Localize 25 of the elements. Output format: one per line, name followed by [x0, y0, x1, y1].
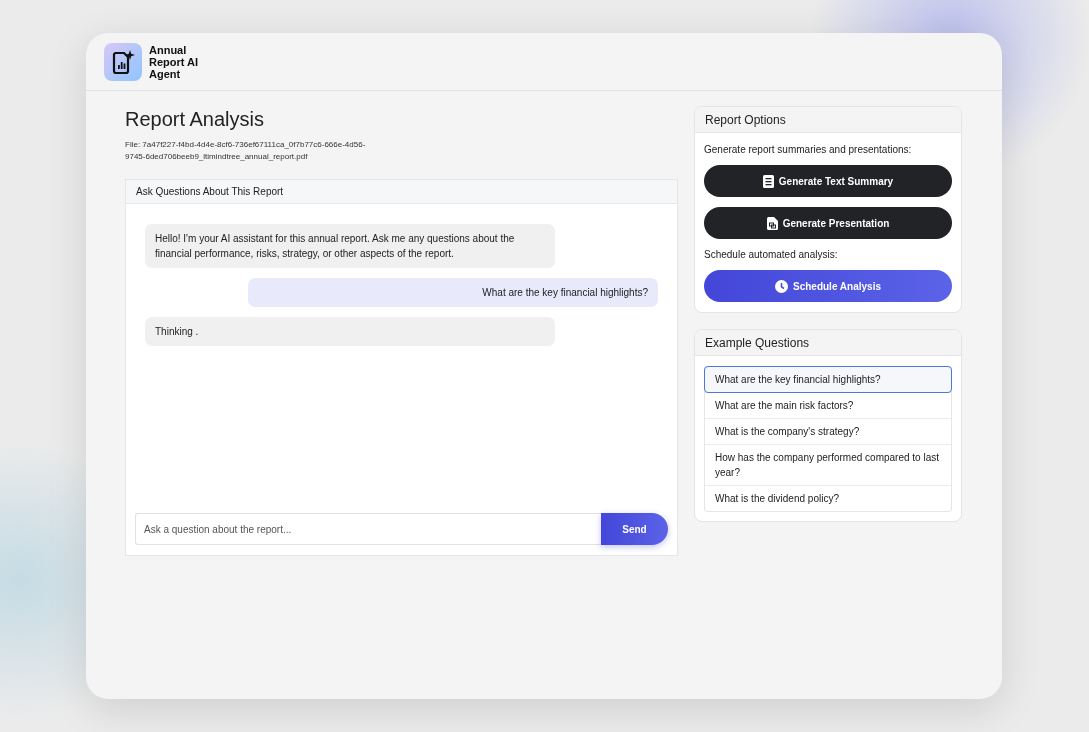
- clock-icon: [775, 279, 788, 293]
- app-title: Annual Report AI Agent: [149, 43, 200, 80]
- example-question[interactable]: What is the company's strategy?: [705, 418, 951, 444]
- card-title: Example Questions: [695, 330, 961, 356]
- send-button[interactable]: Send: [601, 513, 668, 545]
- question-input[interactable]: Ask a question about the report...: [135, 513, 601, 545]
- file-name: File: 7a47f227-f4bd-4d4e-8cf6-736ef67111ca_0f7b77c6-666e-4d56-9745-6ded706beeb9_ltimindtree_annual_report.pdf: [125, 139, 367, 163]
- section-label: Schedule automated analysis:: [704, 249, 839, 260]
- page-title: Report Analysis: [125, 108, 265, 131]
- summary-button[interactable]: Generate Text Summary: [704, 165, 952, 197]
- example-question[interactable]: How has the company performed compared to last year?: [705, 444, 951, 485]
- example-question[interactable]: What is the dividend policy?: [705, 485, 951, 511]
- assistant-message: Thinking .: [145, 317, 555, 346]
- document-icon: [762, 174, 774, 188]
- presentation-button[interactable]: Generate Presentation: [704, 207, 952, 239]
- example-question[interactable]: What are the key financial highlights?: [705, 367, 951, 392]
- card-title: Report Options: [695, 107, 961, 133]
- chat-panel-title: Ask Questions About This Report: [126, 180, 677, 204]
- file-icon: [766, 216, 778, 230]
- section-label: Generate report summaries and presentations:: [704, 144, 913, 155]
- app-logo-icon: [104, 42, 142, 81]
- schedule-button[interactable]: Schedule Analysis: [704, 270, 952, 302]
- example-question[interactable]: What are the main risk factors?: [705, 392, 951, 418]
- user-message: What are the key financial highlights?: [248, 278, 658, 307]
- assistant-message: Hello! I'm your AI assistant for this annual report. Ask me any questions about the financial performance, risks, strategy, or other aspects of the report.: [145, 224, 555, 268]
